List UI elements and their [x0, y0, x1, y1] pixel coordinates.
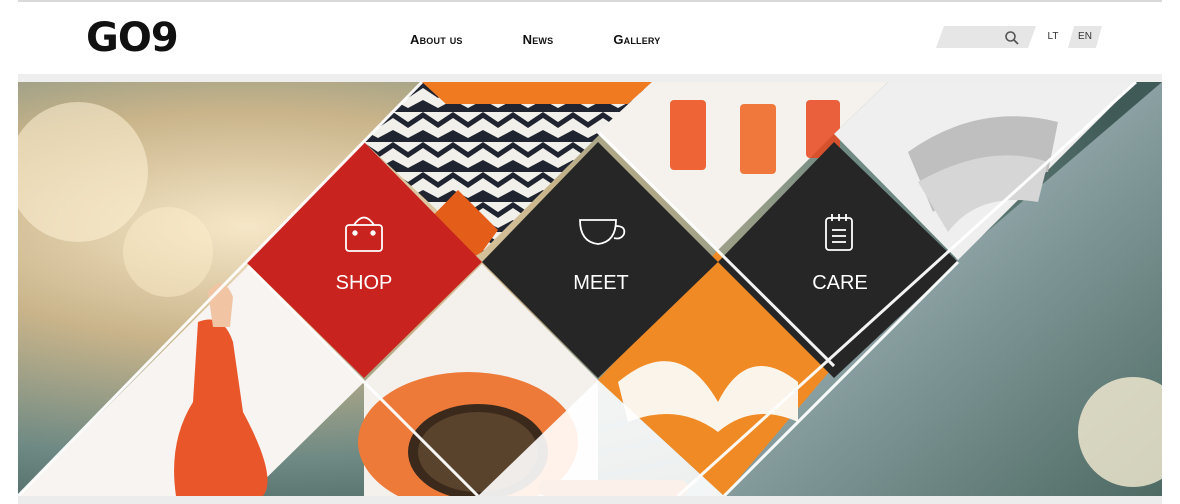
nav-news[interactable]: News [523, 32, 554, 47]
hero-collage: SHOP MEET CARE [18, 82, 1162, 496]
lang-lt[interactable]: LT [1040, 26, 1066, 48]
header-divider [18, 74, 1162, 82]
search-icon[interactable] [1004, 30, 1020, 46]
shop-label: SHOP [336, 272, 393, 294]
main-nav: About us News Gallery [410, 32, 721, 47]
logo[interactable]: GO9 [86, 12, 179, 64]
search-input[interactable] [936, 26, 1036, 48]
nav-about-us[interactable]: About us [410, 32, 463, 47]
meet-label: MEET [573, 272, 629, 294]
care-label: CARE [812, 272, 868, 294]
footer-divider [18, 496, 1162, 504]
nav-gallery[interactable]: Gallery [613, 32, 660, 47]
hero-banner: SHOP MEET CARE [18, 82, 1162, 496]
